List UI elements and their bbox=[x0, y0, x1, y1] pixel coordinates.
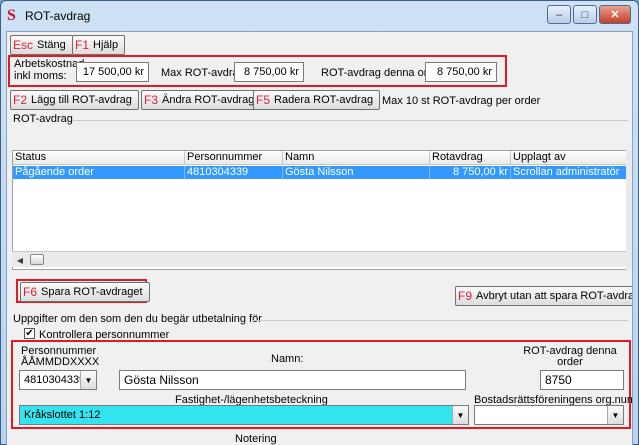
name-label: Namn: bbox=[271, 353, 304, 365]
rot-order-label-2: order bbox=[557, 356, 583, 368]
person-section-divider bbox=[253, 320, 628, 321]
column-header-personnummer[interactable]: Personnummer bbox=[185, 151, 283, 165]
rot-order-field[interactable]: 8750 bbox=[540, 370, 624, 390]
max-rot-field[interactable]: 8 750,00 kr bbox=[234, 62, 304, 82]
maximize-button[interactable]: □ bbox=[573, 5, 597, 24]
save-rot-button[interactable]: F6 Spara ROT-avdraget bbox=[20, 282, 150, 302]
property-dropdown-icon[interactable]: ▼ bbox=[452, 406, 468, 424]
check-pnr-checkbox[interactable]: ✔ bbox=[24, 328, 35, 339]
name-field[interactable]: Gösta Nilsson bbox=[119, 370, 466, 390]
app-logo-icon: S bbox=[7, 7, 16, 24]
brf-dropdown-icon[interactable]: ▼ bbox=[607, 406, 623, 424]
column-header-name[interactable]: Namn bbox=[283, 151, 430, 165]
cell-created-by: Scrollan administratör bbox=[513, 166, 620, 178]
title-bar[interactable]: S ROT-avdrag – □ ✕ bbox=[1, 1, 638, 31]
note-label: Notering bbox=[235, 433, 277, 445]
cell-name: Gösta Nilsson bbox=[283, 166, 430, 179]
pnr-dropdown-icon[interactable]: ▼ bbox=[80, 371, 96, 389]
property-select[interactable]: Kråkslottet 1:12 ▼ bbox=[19, 405, 469, 425]
labor-cost-label-2: inkl moms: bbox=[14, 70, 67, 82]
cell-personnummer: 4810304339 bbox=[185, 166, 283, 179]
rot-section-title: ROT-avdrag bbox=[13, 113, 73, 125]
scroll-left-icon[interactable]: ◀ bbox=[12, 252, 28, 268]
f1-key-label: F1 bbox=[75, 38, 90, 52]
add-rot-label: Lägg till ROT-avdrag bbox=[31, 94, 132, 106]
table-row[interactable]: Pågående order 4810304339 Gösta Nilsson … bbox=[13, 166, 629, 179]
save-rot-label: Spara ROT-avdraget bbox=[41, 286, 143, 298]
brf-select[interactable]: ▼ bbox=[474, 405, 624, 425]
minimize-button[interactable]: – bbox=[547, 5, 571, 24]
close-window-button[interactable]: ✕ bbox=[599, 5, 631, 24]
cancel-rot-button[interactable]: F9 Avbryt utan att spara ROT-avdraget bbox=[455, 286, 633, 306]
close-button-label: Stäng bbox=[37, 39, 66, 51]
f6-key-label: F6 bbox=[23, 285, 38, 299]
pnr-format-label: ÅÅMMDDXXXX bbox=[21, 356, 100, 368]
f9-key-label: F9 bbox=[458, 289, 473, 303]
pnr-select[interactable]: 4810304339 ▼ bbox=[19, 370, 97, 390]
pnr-value: 4810304339 bbox=[24, 374, 86, 386]
column-header-status[interactable]: Status bbox=[13, 151, 185, 165]
f3-key-label: F3 bbox=[144, 93, 159, 107]
edit-rot-label: Ändra ROT-avdrag bbox=[162, 94, 255, 106]
delete-rot-button[interactable]: F5 Radera ROT-avdrag bbox=[253, 90, 381, 110]
labor-cost-field[interactable]: 17 500,00 kr bbox=[76, 62, 149, 82]
labor-cost-label: Arbetskostnad bbox=[14, 58, 85, 70]
table-horizontal-scrollbar[interactable]: ◀ bbox=[12, 251, 628, 267]
client-area: Esc Stäng F1 Hjälp Arbetskostnad inkl mo… bbox=[6, 31, 633, 445]
window-title: ROT-avdrag bbox=[25, 9, 91, 23]
esc-key-label: Esc bbox=[13, 38, 34, 52]
close-button[interactable]: Esc Stäng bbox=[10, 35, 73, 55]
rot-window: S ROT-avdrag – □ ✕ Esc Stäng F1 Hjälp Ar… bbox=[0, 0, 639, 445]
max-rot-note: Max 10 st ROT-avdrag per order bbox=[382, 95, 541, 107]
edit-rot-button[interactable]: F3 Ändra ROT-avdrag bbox=[141, 90, 262, 110]
help-button[interactable]: F1 Hjälp bbox=[72, 35, 126, 55]
column-header-rotavdrag[interactable]: Rotavdrag bbox=[430, 151, 511, 165]
delete-rot-label: Radera ROT-avdrag bbox=[274, 94, 374, 106]
cell-status: Pågående order bbox=[13, 166, 185, 179]
cell-rotavdrag: 8 750,00 kr bbox=[430, 166, 511, 179]
column-header-created-by[interactable]: Upplagt av bbox=[511, 151, 629, 165]
cancel-rot-label: Avbryt utan att spara ROT-avdraget bbox=[476, 290, 633, 302]
scroll-thumb[interactable] bbox=[30, 254, 44, 265]
property-value: Kråkslottet 1:12 bbox=[24, 409, 101, 421]
add-rot-button[interactable]: F2 Lägg till ROT-avdrag bbox=[10, 90, 139, 110]
help-button-label: Hjälp bbox=[93, 39, 119, 51]
f5-key-label: F5 bbox=[256, 93, 271, 107]
f2-key-label: F2 bbox=[13, 93, 28, 107]
person-section-title: Uppgifter om den som den du begär utbeta… bbox=[13, 313, 262, 325]
order-rot-field[interactable]: 8 750,00 kr bbox=[425, 62, 497, 82]
table-vertical-scrollbar[interactable] bbox=[626, 150, 632, 270]
section-divider bbox=[73, 120, 628, 121]
